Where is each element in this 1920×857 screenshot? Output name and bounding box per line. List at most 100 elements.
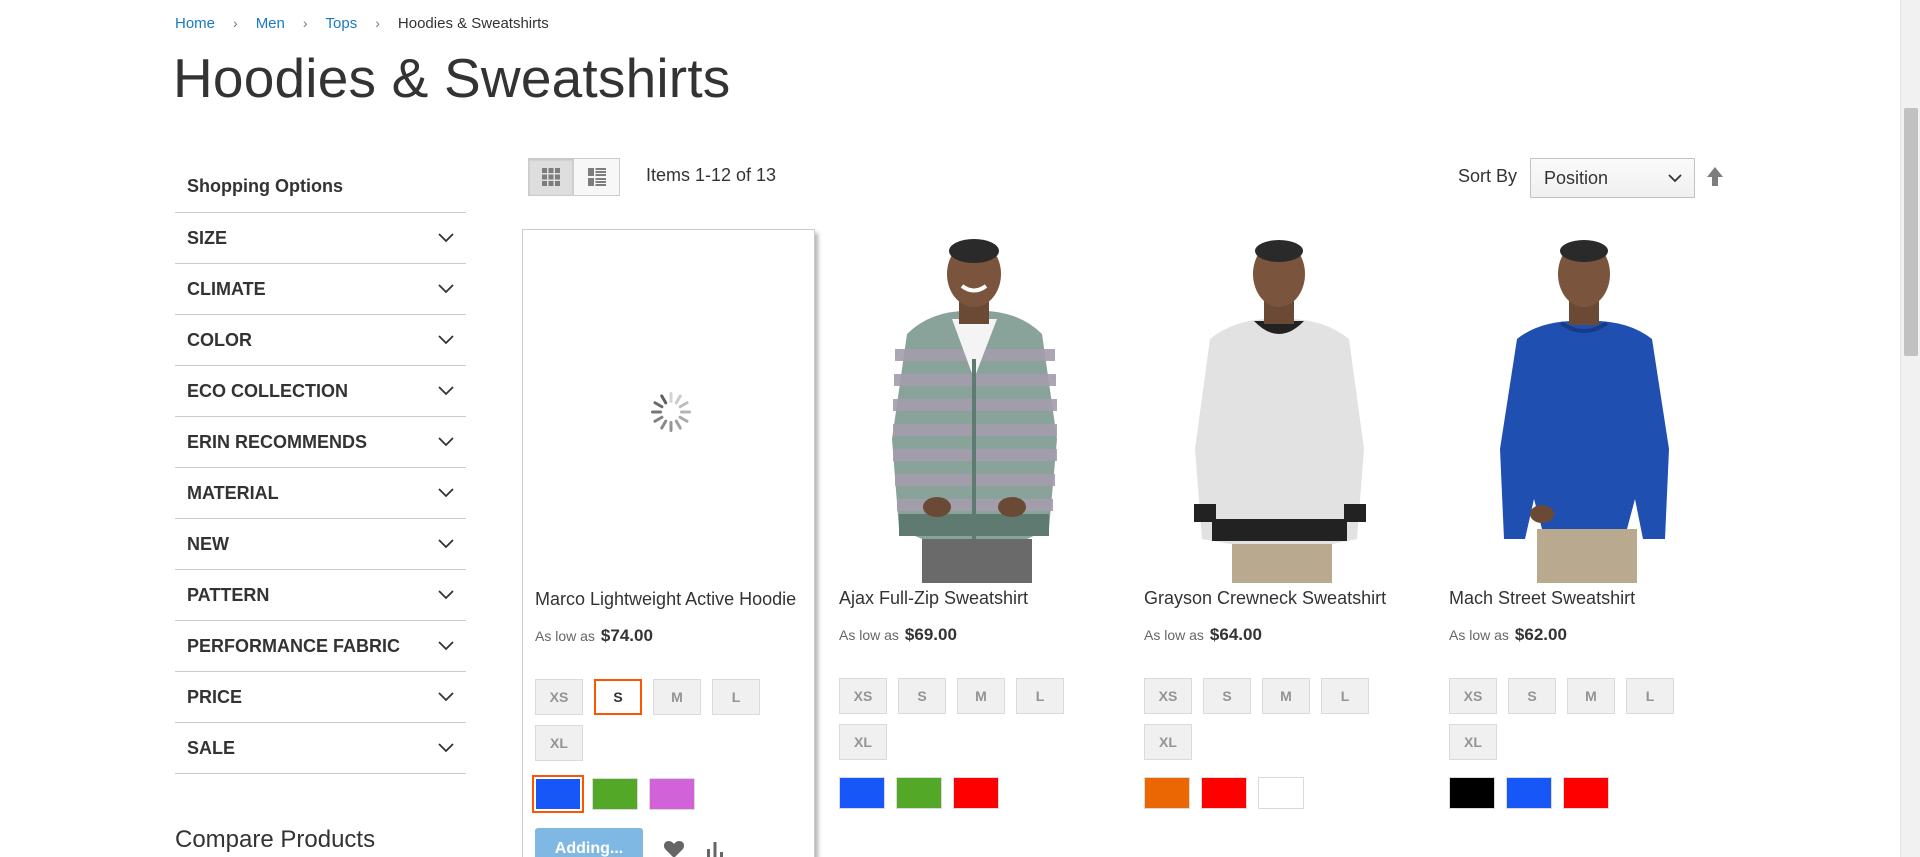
color-swatch[interactable] xyxy=(1144,777,1190,809)
add-to-cart-button[interactable]: Adding... xyxy=(535,828,643,857)
product-item[interactable]: Marco Lightweight Active Hoodie As low a… xyxy=(522,229,815,857)
size-option-xs[interactable]: XS xyxy=(535,679,583,715)
product-image[interactable] xyxy=(1447,239,1722,583)
size-option-s[interactable]: S xyxy=(898,678,946,714)
size-option-xs[interactable]: XS xyxy=(1144,678,1192,714)
product-price: $69.00 xyxy=(904,625,957,644)
color-swatches xyxy=(839,777,999,809)
filter-performance-fabric[interactable]: PERFORMANCE FABRIC xyxy=(175,621,466,672)
filter-price[interactable]: PRICE xyxy=(175,672,466,723)
filter-label: SALE xyxy=(187,737,236,758)
price-label: As low as xyxy=(1144,627,1204,643)
filter-material[interactable]: MATERIAL xyxy=(175,468,466,519)
filter-sidebar: Shopping Options SIZE CLIMATE COLOR ECO COL… xyxy=(175,160,466,774)
filter-climate[interactable]: CLIMATE xyxy=(175,264,466,315)
breadcrumb-tops[interactable]: Tops xyxy=(326,15,358,32)
size-option-l[interactable]: L xyxy=(1626,678,1674,714)
filter-pattern[interactable]: PATTERN xyxy=(175,570,466,621)
size-option-xs[interactable]: XS xyxy=(1449,678,1497,714)
filter-color[interactable]: COLOR xyxy=(175,315,466,366)
price-label: As low as xyxy=(839,627,899,643)
price-box: As low as $62.00 xyxy=(1449,625,1567,645)
page-scrollbar[interactable] xyxy=(1900,0,1920,857)
color-swatch[interactable] xyxy=(649,778,695,810)
product-name[interactable]: Marco Lightweight Active Hoodie xyxy=(535,589,796,610)
breadcrumb-current: Hoodies & Sweatshirts xyxy=(397,14,549,32)
product-image[interactable] xyxy=(837,239,1112,583)
color-swatch[interactable] xyxy=(532,775,584,813)
compare-icon[interactable] xyxy=(705,839,725,857)
product-name[interactable]: Ajax Full-Zip Sweatshirt xyxy=(839,588,1028,609)
list-icon xyxy=(587,168,606,186)
filter-label: PRICE xyxy=(187,686,243,707)
color-swatch[interactable] xyxy=(1258,777,1304,809)
breadcrumb: Home › Men › Tops › Hoodies & Sweatshirt… xyxy=(175,12,549,34)
filter-new[interactable]: NEW xyxy=(175,519,466,570)
filter-label: ERIN RECOMMENDS xyxy=(187,431,368,452)
filter-erin-recommends[interactable]: ERIN RECOMMENDS xyxy=(175,417,466,468)
size-option-m[interactable]: M xyxy=(1262,678,1310,714)
sort-by-select[interactable]: Position xyxy=(1530,158,1695,198)
price-label: As low as xyxy=(535,628,595,644)
size-option-m[interactable]: M xyxy=(957,678,1005,714)
product-price: $64.00 xyxy=(1209,625,1262,644)
breadcrumb-home[interactable]: Home xyxy=(175,15,215,32)
grid-mode-button[interactable] xyxy=(528,158,574,196)
filter-eco-collection[interactable]: ECO COLLECTION xyxy=(175,366,466,417)
filter-size[interactable]: SIZE xyxy=(175,213,466,264)
size-option-s[interactable]: S xyxy=(1508,678,1556,714)
size-option-s[interactable]: S xyxy=(1203,678,1251,714)
chevron-down-icon xyxy=(438,233,454,243)
color-swatch[interactable] xyxy=(1563,777,1609,809)
size-option-l[interactable]: L xyxy=(1016,678,1064,714)
color-swatches xyxy=(532,775,695,813)
breadcrumb-men[interactable]: Men xyxy=(256,15,285,32)
filter-sale[interactable]: SALE xyxy=(175,723,466,774)
size-option-xl[interactable]: XL xyxy=(535,725,583,761)
size-option-s[interactable]: S xyxy=(594,679,642,715)
sort-by-value: Position xyxy=(1544,167,1609,188)
list-mode-button[interactable] xyxy=(574,158,620,196)
price-box: As low as $64.00 xyxy=(1144,625,1262,645)
color-swatch[interactable] xyxy=(1201,777,1247,809)
size-option-xl[interactable]: XL xyxy=(1449,724,1497,760)
color-swatches xyxy=(1144,777,1304,809)
color-swatch[interactable] xyxy=(1506,777,1552,809)
size-option-l[interactable]: L xyxy=(1321,678,1369,714)
size-option-l[interactable]: L xyxy=(712,679,760,715)
product-image[interactable] xyxy=(533,240,808,584)
sort-by-label: Sort By xyxy=(1458,166,1518,186)
sort-direction-button[interactable] xyxy=(1705,166,1725,188)
size-option-xl[interactable]: XL xyxy=(1144,724,1192,760)
toolbar-amount: Items 1-12 of 13 xyxy=(646,165,777,185)
price-label: As low as xyxy=(1449,627,1509,643)
size-option-xs[interactable]: XS xyxy=(839,678,887,714)
heart-icon[interactable] xyxy=(663,839,685,857)
product-name[interactable]: Grayson Crewneck Sweatshirt xyxy=(1144,588,1386,609)
color-swatch[interactable] xyxy=(1449,777,1495,809)
price-box: As low as $74.00 xyxy=(535,626,653,646)
scrollbar-thumb[interactable] xyxy=(1904,108,1918,356)
size-options: XS S M L XL xyxy=(1144,678,1384,760)
arrow-up-icon xyxy=(1707,167,1723,186)
filter-label: PERFORMANCE FABRIC xyxy=(187,635,401,656)
grid-icon xyxy=(542,168,560,186)
color-swatch[interactable] xyxy=(896,777,942,809)
chevron-down-icon xyxy=(438,488,454,498)
product-photo-grey-crewneck xyxy=(1194,240,1366,583)
color-swatches xyxy=(1449,777,1609,809)
chevron-down-icon xyxy=(438,641,454,651)
color-swatch[interactable] xyxy=(592,778,638,810)
breadcrumb-separator-icon: › xyxy=(302,15,308,31)
product-name[interactable]: Mach Street Sweatshirt xyxy=(1449,588,1635,609)
product-image[interactable] xyxy=(1142,239,1417,583)
size-option-m[interactable]: M xyxy=(653,679,701,715)
size-option-m[interactable]: M xyxy=(1567,678,1615,714)
product-photo-blue-sweatshirt xyxy=(1500,240,1669,583)
chevron-down-icon xyxy=(438,743,454,753)
color-swatch[interactable] xyxy=(839,777,885,809)
product-price: $74.00 xyxy=(600,626,653,645)
color-swatch[interactable] xyxy=(953,777,999,809)
size-option-xl[interactable]: XL xyxy=(839,724,887,760)
chevron-down-icon xyxy=(438,284,454,294)
